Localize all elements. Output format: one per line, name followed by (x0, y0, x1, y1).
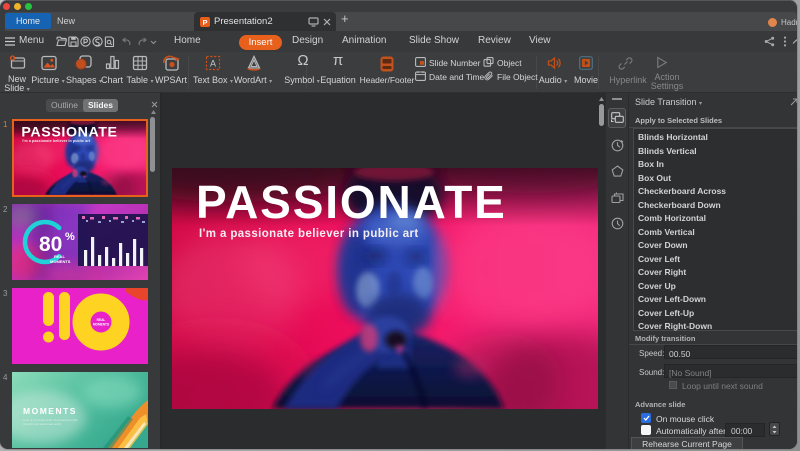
svg-text:A: A (210, 59, 216, 69)
svg-text:P: P (202, 18, 207, 27)
